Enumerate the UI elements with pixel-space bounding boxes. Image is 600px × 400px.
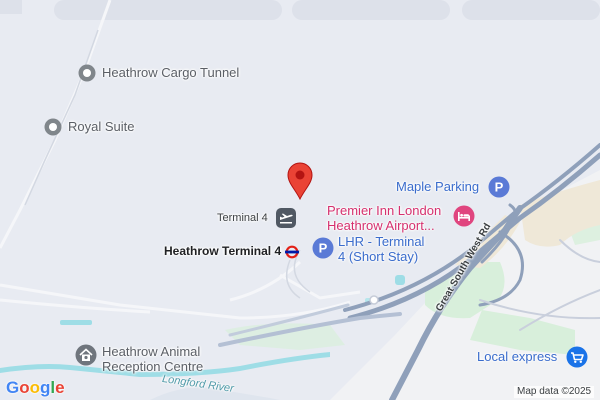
- parking-icon[interactable]: P: [312, 237, 334, 259]
- parking-icon[interactable]: P: [488, 176, 510, 198]
- station-label-heathrow-t4[interactable]: Heathrow Terminal 4: [164, 244, 281, 259]
- poi-dot-icon[interactable]: [43, 117, 63, 137]
- shopping-cart-icon[interactable]: [566, 346, 588, 368]
- place-label-line: Heathrow Animal: [102, 344, 201, 359]
- place-label-lhr-parking[interactable]: LHR - Terminal 4 (Short Stay): [338, 234, 425, 265]
- place-label-line: LHR - Terminal: [338, 234, 425, 249]
- place-label-cargo-tunnel[interactable]: Heathrow Cargo Tunnel: [102, 65, 239, 81]
- place-label-premier-inn[interactable]: Premier Inn London Heathrow Airport...: [327, 203, 442, 234]
- roundabout: [369, 295, 379, 305]
- pet-icon[interactable]: [75, 344, 97, 366]
- place-label-animal-centre[interactable]: Heathrow Animal Reception Centre: [102, 344, 204, 375]
- airport-departure-icon[interactable]: [275, 207, 297, 229]
- place-label-line: 4 (Short Stay): [338, 248, 419, 264]
- place-label-local-express[interactable]: Local express: [477, 349, 557, 365]
- poi-dot-icon[interactable]: [77, 63, 97, 83]
- svg-text:P: P: [495, 180, 504, 195]
- place-label-line: Reception Centre: [102, 358, 204, 374]
- place-label-royal-suite[interactable]: Royal Suite: [68, 119, 134, 135]
- google-logo-text: Google: [6, 378, 65, 397]
- airport-buildings: [0, 0, 600, 20]
- underground-station-icon[interactable]: [285, 245, 299, 259]
- location-pin-icon[interactable]: [286, 161, 314, 201]
- hotel-icon[interactable]: [453, 205, 475, 227]
- svg-text:P: P: [319, 241, 328, 256]
- map-data-attribution[interactable]: Map data ©2025: [514, 386, 595, 398]
- place-label-line: Heathrow Airport...: [327, 217, 435, 233]
- place-label-maple-parking[interactable]: Maple Parking: [396, 179, 479, 195]
- place-label-line: Premier Inn London: [327, 203, 442, 218]
- place-label-terminal4[interactable]: Terminal 4: [217, 212, 268, 225]
- google-logo: Google: [6, 378, 65, 398]
